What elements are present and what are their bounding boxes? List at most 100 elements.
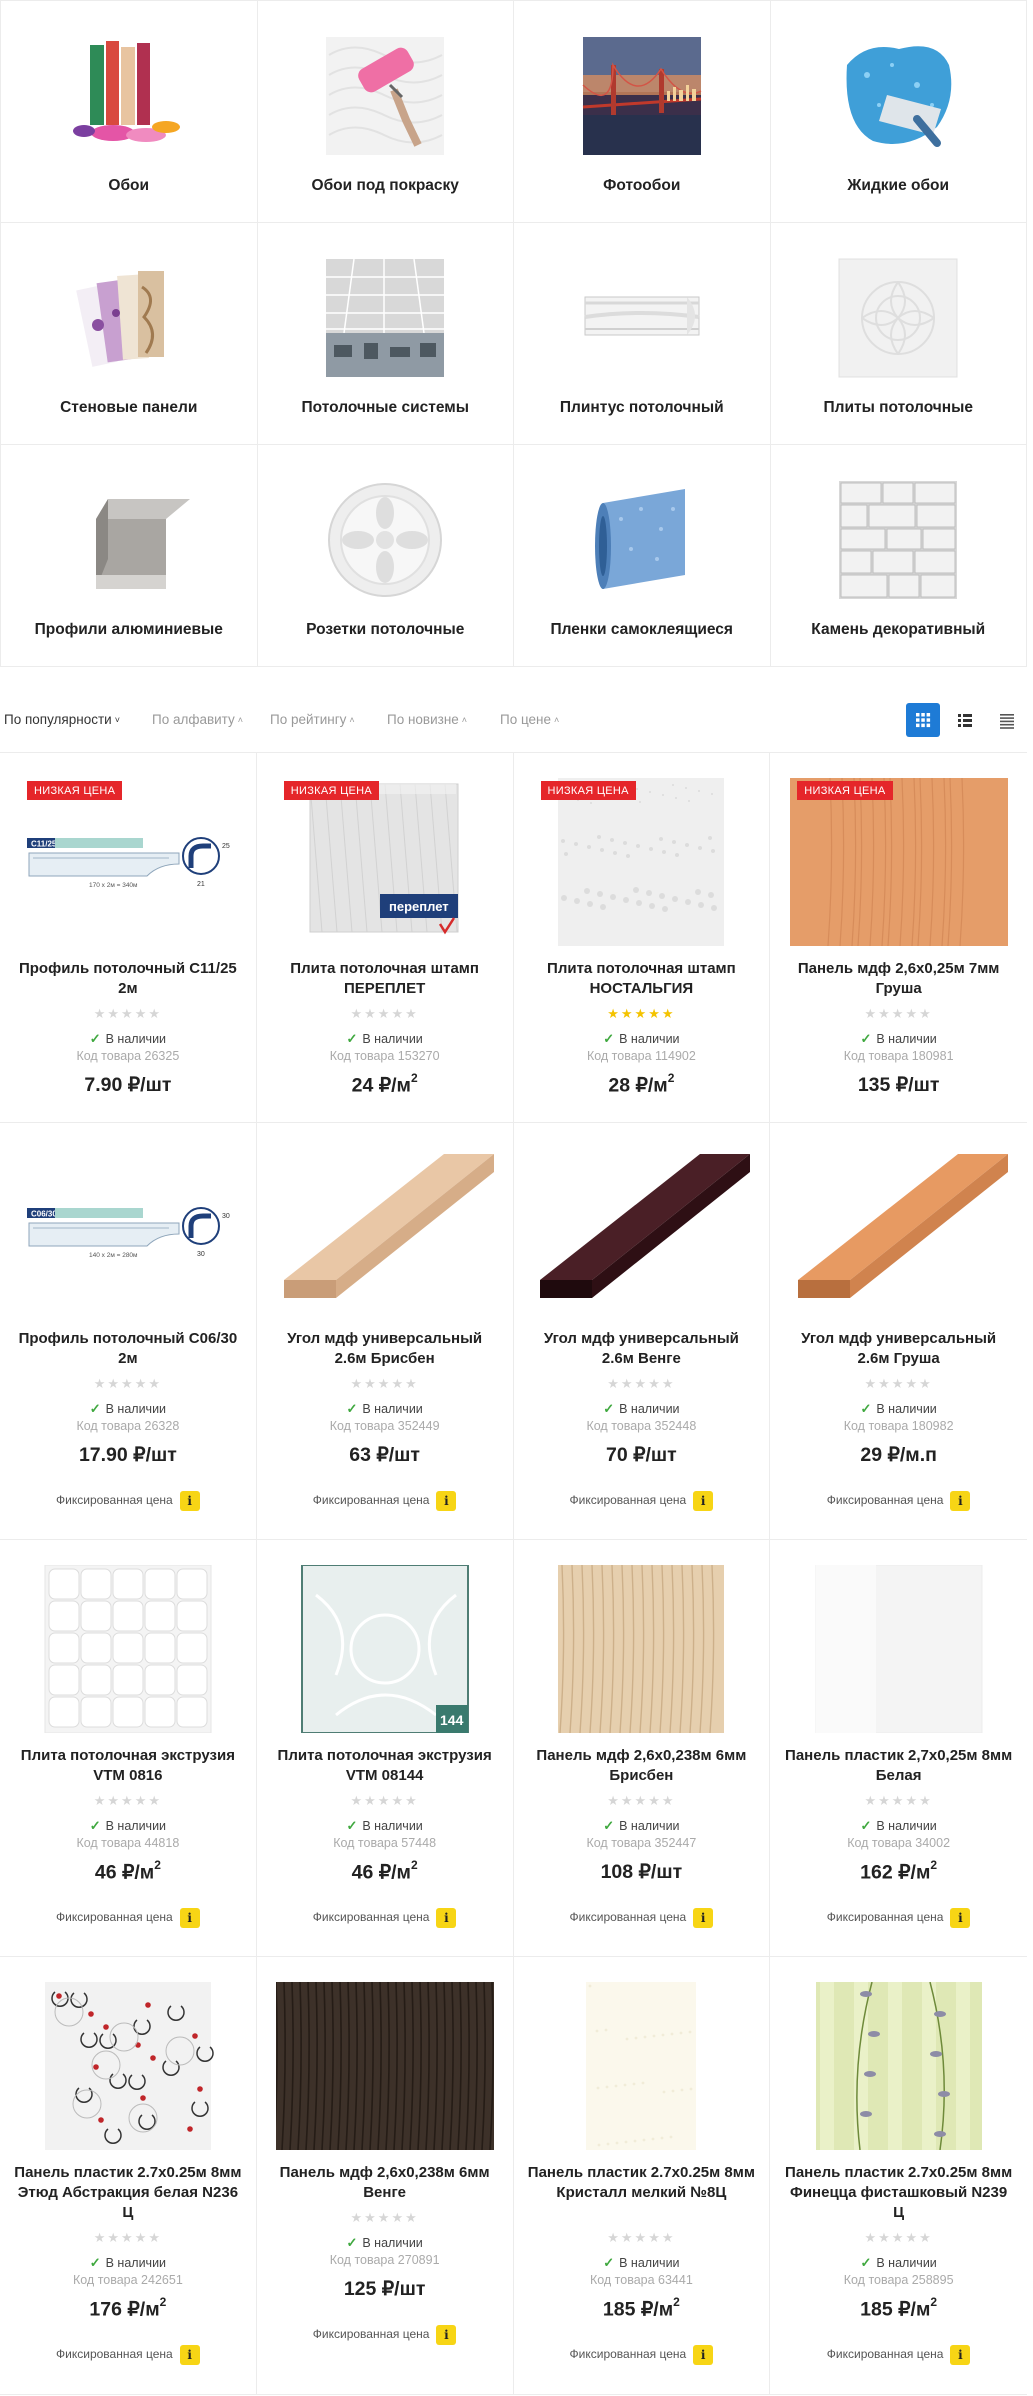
product-image[interactable]	[532, 1148, 751, 1316]
product-title[interactable]: Панель пластик 2.7х0.25м 8мм Кристалл ме…	[528, 2163, 756, 2203]
product-card[interactable]: Угол мдф универсальный 2.6м Брисбен ★★★★…	[256, 1123, 514, 1540]
product-title[interactable]: Профиль потолочный С11/25 2м	[14, 959, 242, 999]
category-tile[interactable]: Обои под покраску	[257, 1, 514, 223]
product-card[interactable]: НИЗКАЯ ЦЕНА C11/25 170 x 2м = 340м 25 21…	[0, 753, 257, 1123]
info-icon[interactable]: i	[179, 1491, 200, 1511]
rating-stars[interactable]: ★★★★★	[514, 1006, 770, 1022]
product-card[interactable]: Угол мдф универсальный 2.6м Груша ★★★★★ …	[770, 1123, 1027, 1540]
rating-stars[interactable]: ★★★★★	[0, 1376, 256, 1392]
info-icon[interactable]: i	[436, 1908, 457, 1928]
rating-stars[interactable]: ★★★★★	[770, 1376, 1027, 1392]
rating-stars[interactable]: ★★★★★	[0, 1006, 256, 1022]
sort-alphabet[interactable]: По алфавиту ˄	[152, 712, 243, 727]
info-icon[interactable]: i	[950, 1908, 971, 1928]
rating-stars[interactable]: ★★★★★	[257, 1376, 513, 1392]
product-card[interactable]: Плита потолочная экструзия VTM 0816 ★★★★…	[0, 1540, 257, 1957]
rating-stars[interactable]: ★★★★★	[770, 1793, 1027, 1809]
product-card[interactable]: НИЗКАЯ ЦЕНА переплет Плита потолочная шт…	[256, 753, 514, 1123]
product-title[interactable]: Плита потолочная штамп ПЕРЕПЛЕТ	[271, 959, 499, 999]
info-icon[interactable]: i	[693, 1491, 714, 1511]
category-tile[interactable]: Жидкие обои	[770, 1, 1027, 223]
product-card[interactable]: НИЗКАЯ ЦЕНА Плита потолочная штамп НОСТА…	[513, 753, 771, 1123]
product-card[interactable]: Панель пластик 2.7х0.25м 8мм Этюд Абстра…	[0, 1957, 257, 2395]
product-image[interactable]: 144	[276, 1565, 494, 1733]
product-card[interactable]: Панель пластик 2,7х0,25м 8мм Белая ★★★★★…	[770, 1540, 1027, 1957]
rating-stars[interactable]: ★★★★★	[0, 1793, 256, 1809]
product-card[interactable]: 144 Плита потолочная экструзия VTM 08144…	[256, 1540, 514, 1957]
product-title[interactable]: Плита потолочная штамп НОСТАЛЬГИЯ	[528, 959, 756, 999]
product-title[interactable]: Угол мдф универсальный 2.6м Брисбен	[271, 1329, 499, 1369]
product-title[interactable]: Панель пластик 2,7х0,25м 8мм Белая	[784, 1746, 1013, 1786]
product-card[interactable]: Угол мдф универсальный 2.6м Венге ★★★★★ …	[513, 1123, 771, 1540]
sort-rating[interactable]: По рейтингу ˄	[270, 712, 355, 727]
product-card[interactable]: Панель мдф 2,6х0,238м 6мм Венге ★★★★★ ✓ В…	[256, 1957, 514, 2395]
product-card[interactable]: Панель пластик 2.7х0.25м 8мм Финецца фис…	[770, 1957, 1027, 2395]
category-tile[interactable]: Профили алюминиевые	[1, 445, 258, 667]
rating-stars[interactable]: ★★★★★	[257, 1006, 513, 1022]
product-image[interactable]	[789, 778, 1008, 946]
product-card[interactable]: C06/30 140 x 2м = 280м 30 30 Профиль пот…	[0, 1123, 257, 1540]
sort-price[interactable]: По цене ˄	[500, 712, 559, 727]
ceiling-rosette-image	[324, 479, 446, 601]
product-image[interactable]	[532, 778, 750, 946]
rating-stars[interactable]: ★★★★★	[770, 1006, 1027, 1022]
product-card[interactable]: Панель пластик 2.7х0.25м 8мм Кристалл ме…	[513, 1957, 771, 2395]
category-tile[interactable]: Камень декоративный	[770, 445, 1027, 667]
category-tile[interactable]: Плиты потолочные	[770, 223, 1027, 445]
product-title[interactable]: Плита потолочная экструзия VTM 0816	[14, 1746, 242, 1786]
info-icon[interactable]: i	[693, 2345, 714, 2365]
category-tile[interactable]: Потолочные системы	[257, 223, 514, 445]
sort-popularity[interactable]: По популярности ˅	[4, 712, 120, 727]
rating-stars[interactable]: ★★★★★	[514, 1376, 770, 1392]
product-title[interactable]: Угол мдф универсальный 2.6м Груша	[784, 1329, 1013, 1369]
product-card[interactable]: Панель мдф 2,6х0,238м 6мм Брисбен ★★★★★ …	[513, 1540, 771, 1957]
category-tile[interactable]: Стеновые панели	[1, 223, 258, 445]
info-icon[interactable]: i	[950, 1491, 971, 1511]
product-image[interactable]	[275, 1982, 494, 2150]
info-icon[interactable]: i	[436, 1491, 457, 1511]
product-image[interactable]	[19, 1982, 237, 2150]
rating-stars[interactable]: ★★★★★	[514, 2230, 770, 2246]
product-image[interactable]: переплет	[276, 778, 494, 946]
product-image[interactable]	[532, 1565, 750, 1733]
product-image[interactable]	[790, 1982, 1008, 2150]
category-tile[interactable]: Пленки самоклеящиеся	[514, 445, 771, 667]
rating-stars[interactable]: ★★★★★	[770, 2230, 1027, 2246]
product-title[interactable]: Панель мдф 2,6х0,238м 6мм Брисбен	[528, 1746, 756, 1786]
category-tile[interactable]: Фотообои	[514, 1, 771, 223]
grid-view-button[interactable]	[906, 703, 940, 737]
product-title[interactable]: Панель пластик 2.7х0.25м 8мм Этюд Абстра…	[14, 2163, 242, 2223]
product-card[interactable]: НИЗКАЯ ЦЕНА Панель мдф 2,6х0,25м 7мм Гру…	[770, 753, 1027, 1123]
rating-stars[interactable]: ★★★★★	[257, 2210, 513, 2226]
rating-stars[interactable]: ★★★★★	[257, 1793, 513, 1809]
product-title[interactable]: Панель мдф 2,6х0,25м 7мм Груша	[784, 959, 1013, 999]
category-tile[interactable]: Обои	[1, 1, 258, 223]
category-tile[interactable]: Плинтус потолочный	[514, 223, 771, 445]
product-image[interactable]	[19, 1565, 237, 1733]
product-image[interactable]	[790, 1148, 1008, 1316]
info-icon[interactable]: i	[436, 2325, 457, 2345]
table-view-button[interactable]	[990, 703, 1024, 737]
product-image[interactable]: C06/30 140 x 2м = 280м 30 30	[19, 1148, 237, 1316]
stock-status: ✓ В наличии	[257, 1818, 513, 1834]
product-title[interactable]: Профиль потолочный С06/30 2м	[14, 1329, 242, 1369]
info-icon[interactable]: i	[950, 2345, 971, 2365]
product-title[interactable]: Панель мдф 2,6х0,238м 6мм Венге	[271, 2163, 499, 2203]
product-image[interactable]	[790, 1565, 1008, 1733]
info-icon[interactable]: i	[693, 1908, 714, 1928]
product-image[interactable]	[276, 1148, 494, 1316]
info-icon[interactable]: i	[179, 1908, 200, 1928]
product-image[interactable]: C11/25 170 x 2м = 340м 25 21	[19, 778, 237, 946]
list-view-button[interactable]	[948, 703, 982, 737]
price-unit-superscript: 2	[673, 2295, 680, 2309]
product-image[interactable]	[532, 1982, 750, 2150]
product-title[interactable]: Угол мдф универсальный 2.6м Венге	[528, 1329, 756, 1369]
category-tile[interactable]: Розетки потолочные	[257, 445, 514, 667]
stock-label: В наличии	[619, 2256, 680, 2270]
product-title[interactable]: Панель пластик 2.7х0.25м 8мм Финецца фис…	[784, 2163, 1013, 2223]
sort-newest[interactable]: По новизне ˄	[387, 712, 467, 727]
rating-stars[interactable]: ★★★★★	[0, 2230, 256, 2246]
info-icon[interactable]: i	[179, 2345, 200, 2365]
product-title[interactable]: Плита потолочная экструзия VTM 08144	[271, 1746, 499, 1786]
rating-stars[interactable]: ★★★★★	[514, 1793, 770, 1809]
